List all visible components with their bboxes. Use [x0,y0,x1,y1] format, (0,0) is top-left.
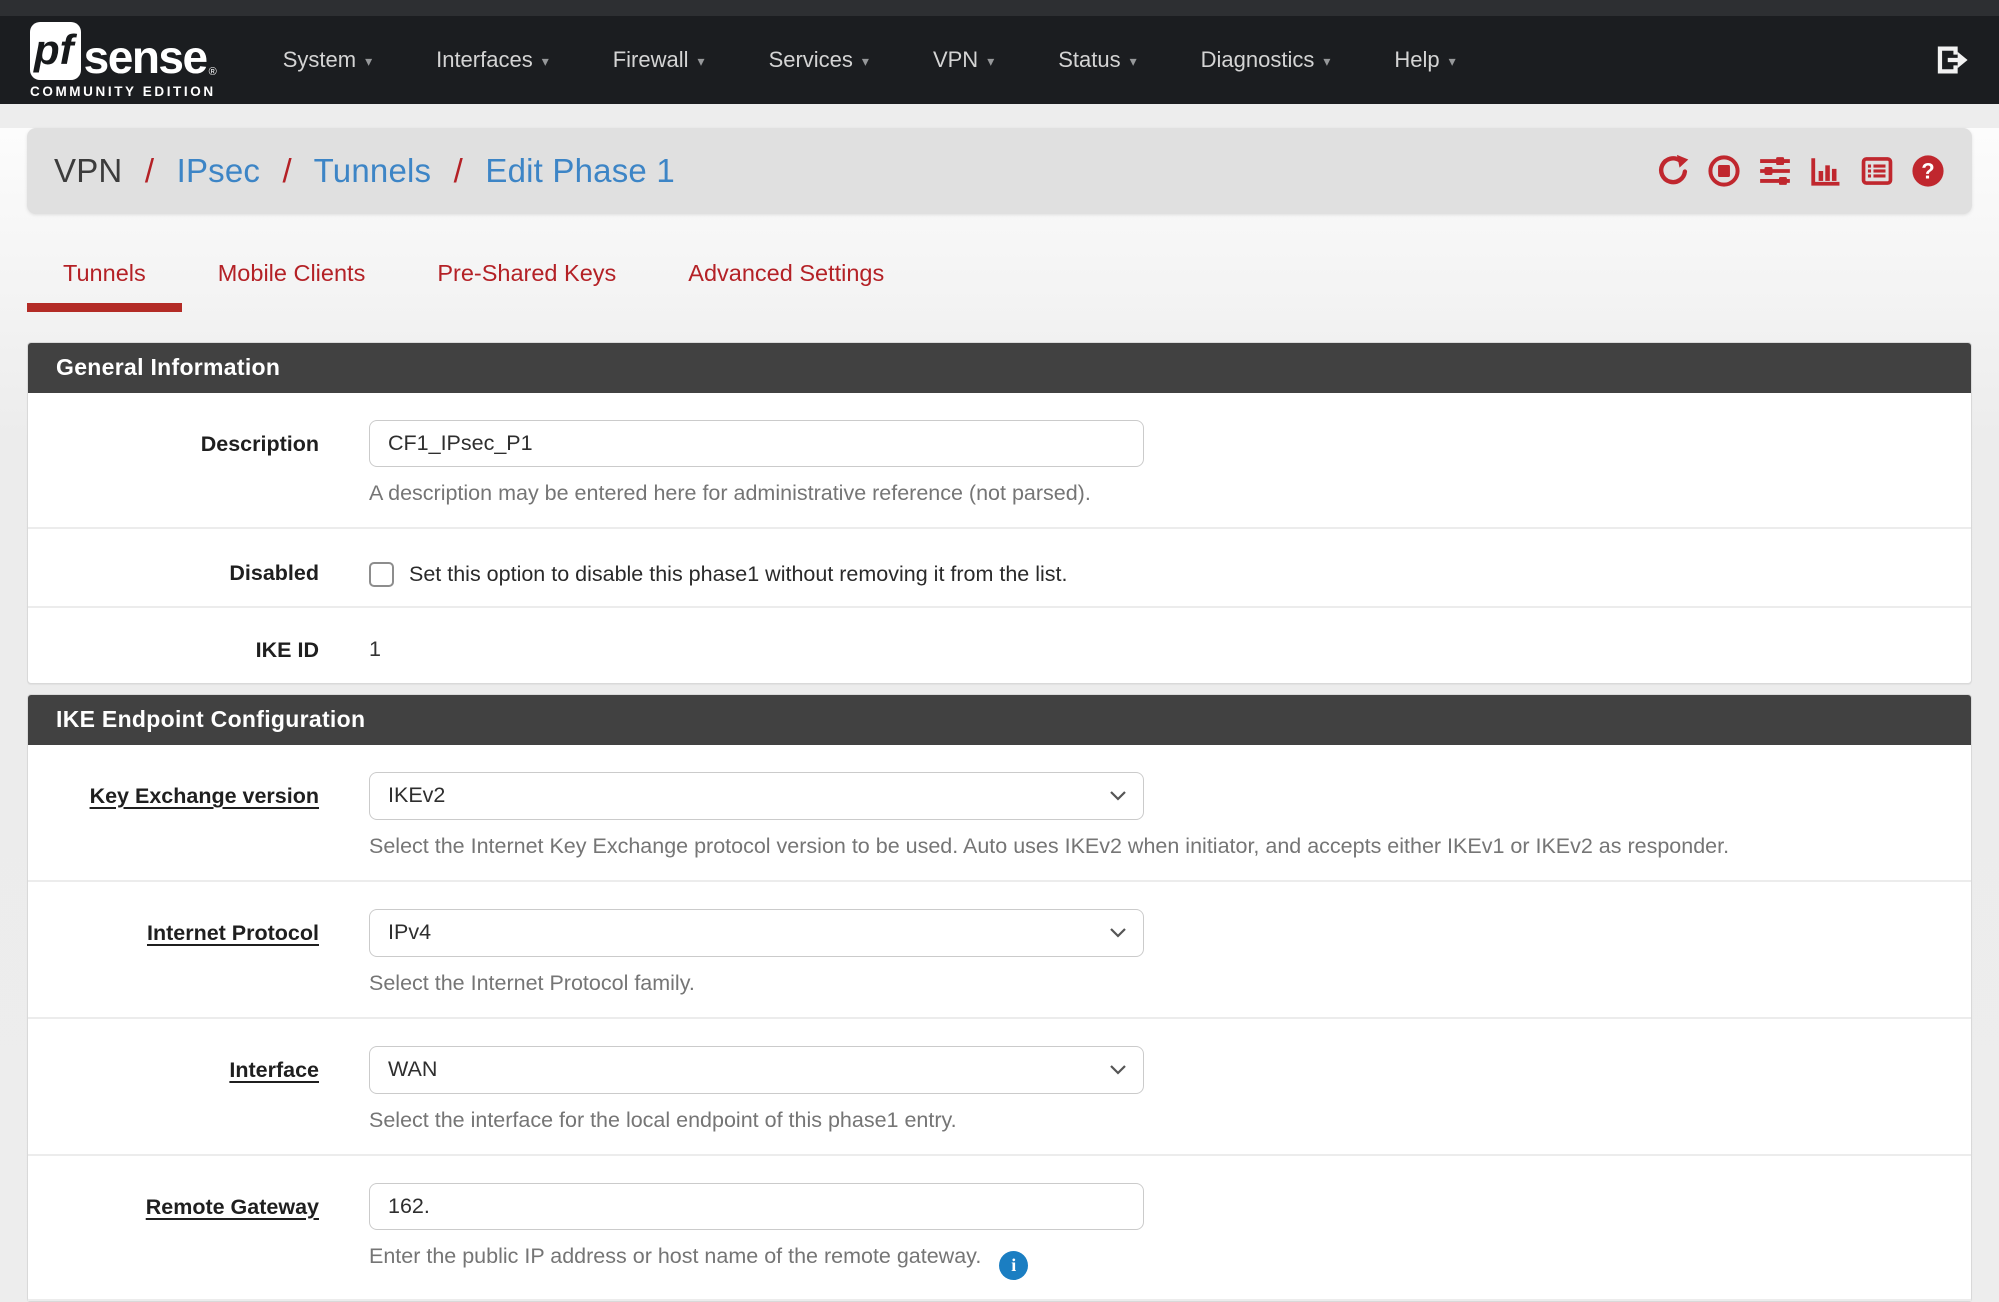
chevron-down-icon: ▾ [698,50,705,70]
disabled-checkbox[interactable] [369,562,394,587]
menu-item-vpn[interactable]: VPN▾ [933,47,994,73]
interface-label: Interface [56,1046,319,1135]
menu-item-help[interactable]: Help▾ [1394,47,1455,73]
menu-item-services[interactable]: Services▾ [769,47,869,73]
disabled-row: Disabled Set this option to disable this… [28,529,1971,608]
main-menu: System▾ Interfaces▾ Firewall▾ Services▾ … [283,47,1905,73]
stop-icon[interactable] [1707,154,1741,188]
interface-row: Interface WAN Select the interface for t… [28,1019,1971,1156]
registered-mark: ® [209,67,217,80]
ike-id-label: IKE ID [56,635,319,664]
panel-title: IKE Endpoint Configuration [28,695,1971,745]
key-exchange-version-row: Key Exchange version IKEv2 Select the In… [28,745,1971,882]
chevron-down-icon [1109,790,1127,801]
breadcrumb-separator: / [283,152,292,189]
chevron-down-icon: ▾ [987,50,994,70]
remote-gateway-row: Remote Gateway Enter the public IP addre… [28,1156,1971,1301]
page-content: VPN / IPsec / Tunnels / Edit Phase 1 [0,128,1999,1260]
log-icon[interactable] [1860,154,1894,188]
top-navbar: pf sense ® COMMUNITY EDITION System▾ Int… [0,16,1999,104]
breadcrumb-link-ipsec[interactable]: IPsec [177,152,261,189]
section-tabs: Tunnels Mobile Clients Pre-Shared Keys A… [27,260,1972,312]
internet-protocol-row: Internet Protocol IPv4 Select the Intern… [28,882,1971,1019]
panel-title: General Information [28,343,1971,393]
description-help-text: A description may be entered here for ad… [369,480,1943,508]
svg-text:?: ? [1921,158,1934,183]
breadcrumb-bar: VPN / IPsec / Tunnels / Edit Phase 1 [27,128,1972,214]
remote-gateway-input[interactable] [369,1183,1144,1230]
internet-protocol-label: Internet Protocol [56,909,319,998]
tab-tunnels[interactable]: Tunnels [27,260,182,312]
pf-logo-tile: pf [30,22,81,80]
tab-pre-shared-keys[interactable]: Pre-Shared Keys [401,260,652,312]
pfsense-logo[interactable]: pf sense ® COMMUNITY EDITION [30,22,217,99]
menu-item-diagnostics[interactable]: Diagnostics▾ [1201,47,1331,73]
key-exchange-version-select[interactable]: IKEv2 [369,772,1144,820]
chevron-down-icon [1109,1064,1127,1075]
breadcrumb-root: VPN [54,152,122,189]
interface-select[interactable]: WAN [369,1046,1144,1094]
ike-id-row: IKE ID 1 [28,608,1971,683]
pfsense-app: pf sense ® COMMUNITY EDITION System▾ Int… [0,0,1999,1260]
sense-wordmark: sense [84,34,207,80]
chevron-down-icon: ▾ [365,50,372,70]
remote-gateway-help-text: Enter the public IP address or host name… [369,1243,1943,1280]
breadcrumb: VPN / IPsec / Tunnels / Edit Phase 1 [54,152,675,190]
community-edition-label: COMMUNITY EDITION [30,85,217,99]
breadcrumb-link-edit-phase-1[interactable]: Edit Phase 1 [485,152,675,189]
chevron-down-icon: ▾ [1449,50,1456,70]
info-icon[interactable]: i [999,1251,1028,1280]
chevron-down-icon: ▾ [542,50,549,70]
tab-advanced-settings[interactable]: Advanced Settings [652,260,920,312]
chevron-down-icon: ▾ [1130,50,1137,70]
disabled-option-text: Set this option to disable this phase1 w… [409,562,1067,587]
interface-help-text: Select the interface for the local endpo… [369,1107,1943,1135]
menu-item-interfaces[interactable]: Interfaces▾ [436,47,549,73]
tab-mobile-clients[interactable]: Mobile Clients [182,260,402,312]
remote-gateway-label: Remote Gateway [56,1183,319,1280]
internet-protocol-help-text: Select the Internet Protocol family. [369,970,1943,998]
bar-chart-icon[interactable] [1809,154,1843,188]
menu-item-system[interactable]: System▾ [283,47,372,73]
sliders-icon[interactable] [1758,154,1792,188]
internet-protocol-select[interactable]: IPv4 [369,909,1144,957]
ike-id-value: 1 [369,635,1943,662]
menu-item-firewall[interactable]: Firewall▾ [613,47,705,73]
window-top-strip [0,0,1999,16]
breadcrumb-separator: / [454,152,463,189]
disabled-label: Disabled [56,556,319,587]
chevron-down-icon: ▾ [1323,50,1330,70]
sign-out-icon[interactable] [1935,43,1969,77]
breadcrumb-link-tunnels[interactable]: Tunnels [314,152,432,189]
chevron-down-icon [1109,927,1127,938]
key-exchange-version-label: Key Exchange version [56,772,319,861]
menu-item-status[interactable]: Status▾ [1058,47,1136,73]
description-label: Description [56,420,319,508]
general-information-panel: General Information Description A descri… [27,342,1972,684]
ike-endpoint-configuration-panel: IKE Endpoint Configuration Key Exchange … [27,694,1972,1302]
description-row: Description A description may be entered… [28,393,1971,529]
breadcrumb-separator: / [145,152,154,189]
refresh-icon[interactable] [1656,154,1690,188]
page-toolbar: ? [1656,154,1945,188]
chevron-down-icon: ▾ [862,50,869,70]
help-icon[interactable]: ? [1911,154,1945,188]
description-input[interactable] [369,420,1144,467]
key-exchange-version-help-text: Select the Internet Key Exchange protoco… [369,833,1943,861]
